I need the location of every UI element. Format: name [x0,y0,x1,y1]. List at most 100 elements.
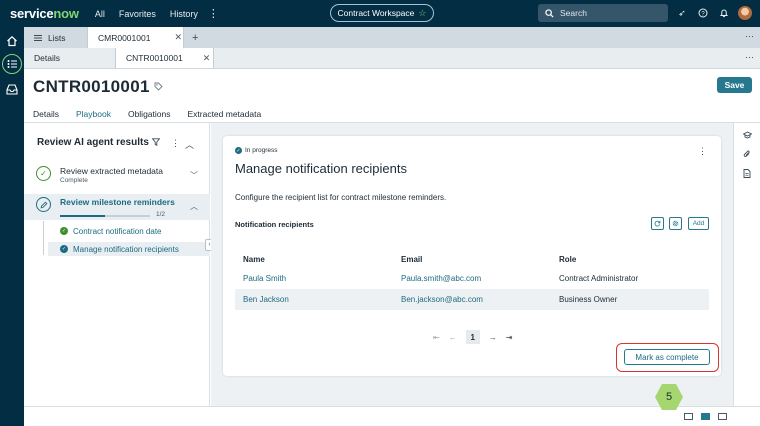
table-row[interactable]: Ben Jackson Ben.jackson@abc.com Business… [235,289,709,310]
substep-manage-notification-recipients[interactable]: ✓ Manage notification recipients [60,243,179,255]
new-tab-button[interactable]: + [184,27,206,48]
notifications-bell-icon[interactable] [718,7,730,19]
document-icon[interactable] [743,169,751,180]
prev-page-icon[interactable]: ← [449,333,457,342]
more-options-icon[interactable]: ⋮ [171,138,180,149]
primary-tab-bar: Lists CMR0001001 ✕ + ⋯ [24,27,760,48]
check-dot-icon: ✓ [60,245,68,253]
substep-label: Contract notification date [73,226,162,236]
record-title: CNTR0010001 [33,77,150,96]
secondary-tab-bar: Details CNTR0010001 ✕ ⋯ [24,48,760,69]
refresh-icon [654,220,661,227]
recipient-role: Contract Administrator [559,274,639,283]
tab-lists[interactable]: Lists [24,27,88,48]
recipient-name[interactable]: Ben Jackson [235,289,393,310]
paperclip-icon[interactable] [743,150,751,161]
next-page-icon[interactable]: → [489,333,497,342]
left-rail [0,27,24,426]
servicenow-logo[interactable]: servicenow [10,6,79,21]
global-search[interactable] [538,4,668,22]
help-icon[interactable]: ? [697,7,709,19]
workspace-selector[interactable]: Contract Workspace ☆ [330,4,434,22]
sidebar-toggle-icon[interactable]: ➶ [676,7,688,19]
chevron-down-icon[interactable]: ﹀ [190,170,198,181]
chevron-up-icon[interactable]: ︿ [190,201,198,212]
tab-overflow-icon[interactable]: ⋯ [745,52,754,63]
card-more-icon[interactable]: ⋮ [698,146,707,157]
first-page-icon[interactable]: ⇤ [433,333,440,342]
recipient-email[interactable]: Ben.jackson@abc.com [393,289,551,310]
layout-split-icon[interactable] [701,413,710,420]
substep-contract-notification-date[interactable]: ✓ Contract notification date [60,225,162,237]
status-check-icon: ✓ [235,147,242,154]
search-input[interactable] [560,8,660,18]
layout-full-icon[interactable] [718,413,727,420]
last-page-icon[interactable]: ⇥ [506,333,513,342]
filter-icon[interactable] [151,138,161,148]
tab-cntr0010001[interactable]: CNTR0010001 ✕ [116,48,214,68]
card-title: Manage notification recipients [235,161,407,176]
list-icon [34,34,42,41]
column-header[interactable]: Role [551,250,709,268]
step-label: Review extracted metadata [60,166,163,176]
playbook-title: Review AI agent results [37,137,149,148]
recipient-role: Business Owner [551,289,709,310]
table-row[interactable]: Paula Smith Paula.smith@abc.com Contract… [235,268,709,289]
tab-cmr-label: CMR0001001 [98,32,151,43]
tab-lists-label: Lists [48,32,66,43]
step-progress-text: 1/2 [156,211,166,218]
tab-cmr0001001[interactable]: CMR0001001 ✕ [88,27,184,48]
step-status: Complete [60,177,88,184]
step-label: Review milestone reminders [60,197,175,207]
close-tab-icon[interactable]: ✕ [203,53,211,64]
nav-more-icon[interactable]: ⋮ [208,7,219,20]
playbook-panel: Review AI agent results ⋮ ︿ ✓ Review ext… [24,123,210,406]
tab-details[interactable]: Details [24,48,116,68]
task-card: ✓ In progress ⋮ Manage notification reci… [223,136,721,376]
main-area: ✓ In progress ⋮ Manage notification reci… [211,123,733,406]
inbox-icon[interactable] [2,79,22,99]
refresh-button[interactable] [651,217,664,230]
bottom-bar [24,406,760,426]
gear-icon [672,220,679,227]
nav-favorites[interactable]: Favorites [119,9,156,19]
highlight-box [616,343,719,372]
nav-all[interactable]: All [95,9,105,19]
status-indicator: ✓ In progress [235,147,278,154]
card-description: Configure the recipient list for contrac… [235,193,447,202]
star-icon[interactable]: ☆ [418,8,426,19]
progress-fill [60,215,105,217]
home-icon[interactable] [2,31,22,51]
pagination: ⇤ ← 1 → ⇥ [433,330,512,344]
right-rail [733,123,760,406]
chevron-up-icon[interactable]: ︿ [185,138,194,151]
search-icon [545,8,554,18]
close-tab-icon[interactable]: ✕ [174,32,182,43]
substep-connector [43,221,44,255]
user-avatar[interactable] [738,6,752,20]
workspace-label: Contract Workspace [337,8,415,18]
status-text: In progress [245,147,278,154]
layout-list-icon[interactable] [684,413,693,420]
recipients-table: Name Email Role Paula Smith Paula.smith@… [235,250,709,310]
page-number[interactable]: 1 [465,330,480,344]
step-progress-bar [60,215,150,217]
edit-circle-icon [36,197,51,212]
record-content: CNTR0010001 Save Details Playbook Obliga… [24,69,760,406]
column-header[interactable]: Email [393,250,551,268]
check-dot-icon: ✓ [60,227,68,235]
add-button[interactable]: Add [688,217,709,230]
tab-cntr-label: CNTR0010001 [126,53,183,63]
tag-icon[interactable] [154,82,163,93]
recipient-email[interactable]: Paula.smith@abc.com [393,268,551,289]
column-header[interactable]: Name [235,250,393,268]
tab-overflow-icon[interactable]: ⋯ [745,31,754,42]
nav-history[interactable]: History [170,9,198,19]
save-button[interactable]: Save [717,77,752,93]
graduation-cap-icon[interactable] [742,131,753,141]
substep-label: Manage notification recipients [73,244,179,254]
section-title: Notification recipients [235,220,314,229]
list-view-icon[interactable] [2,54,22,74]
recipient-name[interactable]: Paula Smith [235,268,393,289]
settings-button[interactable] [669,217,682,230]
